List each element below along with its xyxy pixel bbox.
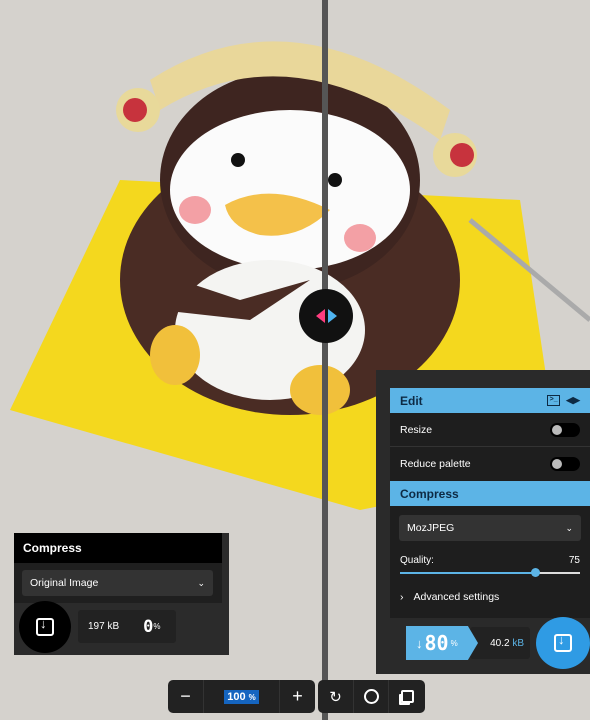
circle-icon (363, 689, 379, 704)
swap-sides-icon[interactable]: ◀▶ (566, 395, 580, 406)
side-by-side-button[interactable] (389, 680, 425, 713)
left-codec-select[interactable]: Original Image ⌄ (22, 570, 213, 596)
reduce-palette-toggle[interactable] (550, 457, 580, 471)
left-size-box: 197 kB 0 % (78, 610, 176, 643)
zoom-in-button[interactable]: + (280, 680, 315, 713)
download-compressed-button[interactable] (536, 617, 590, 669)
split-handle[interactable] (299, 289, 353, 343)
left-compress-title: Compress (23, 541, 82, 555)
zoom-value: 100 (227, 690, 246, 703)
terminal-icon[interactable]: >_ (547, 395, 561, 406)
arrow-right-icon (327, 309, 337, 323)
left-codec-value: Original Image (30, 577, 99, 589)
background-toggle-button[interactable] (354, 680, 389, 713)
left-size-unit: kB (107, 621, 120, 632)
compress-title: Compress (400, 486, 459, 501)
rotate-button[interactable]: ↻ (318, 680, 354, 713)
reduce-palette-label: Reduce palette (400, 458, 471, 470)
rotate-icon: ↻ (329, 688, 342, 706)
chevron-right-icon: › (400, 591, 404, 603)
zoom-unit: % (248, 692, 256, 702)
savings-value: 80 (424, 631, 449, 655)
quality-slider-knob[interactable] (531, 568, 540, 577)
resize-toggle[interactable] (550, 422, 580, 437)
advanced-settings-label: Advanced settings (413, 591, 500, 603)
split-divider[interactable] (322, 0, 328, 720)
chevron-down-icon: ⌄ (565, 522, 573, 533)
zoom-input[interactable]: 100 % (204, 680, 280, 713)
quality-slider-fill (400, 572, 535, 574)
edit-header: Edit >_ ◀▶ (390, 388, 590, 413)
savings-badge: ↓ 80 % (406, 626, 478, 660)
quality-slider[interactable] (400, 568, 580, 577)
right-size-box: 40.2 kB (470, 627, 530, 659)
view-toolbar: ↻ (318, 680, 425, 713)
download-original-button[interactable] (19, 601, 71, 653)
quality-value: 75 (568, 555, 580, 566)
left-size-value: 197 (88, 621, 105, 632)
left-compress-header: Compress (14, 533, 222, 563)
download-icon (554, 632, 572, 652)
resize-label: Resize (400, 423, 433, 436)
edit-title: Edit (400, 393, 423, 408)
zoom-toolbar: − 100 % + (168, 680, 315, 713)
zoom-out-button[interactable]: − (168, 680, 204, 713)
chevron-down-icon: ⌄ (197, 577, 205, 588)
codec-select[interactable]: MozJPEG ⌄ (399, 515, 581, 541)
quality-label: Quality: (400, 555, 434, 566)
right-options: Edit >_ ◀▶ Resize Reduce palette Compres… (390, 388, 590, 618)
savings-unit: % (450, 638, 458, 648)
download-icon (36, 616, 54, 636)
right-size-value: 40.2 (490, 637, 510, 649)
right-size-unit: kB (512, 637, 524, 649)
layers-icon (400, 690, 414, 703)
down-arrow-icon: ↓ (416, 635, 423, 651)
left-savings-value: 0 (143, 616, 154, 637)
compress-header: Compress (390, 481, 590, 506)
left-savings-unit: % (153, 622, 161, 631)
reduce-palette-row[interactable]: Reduce palette (390, 447, 590, 481)
codec-value: MozJPEG (407, 522, 455, 534)
resize-row[interactable]: Resize (390, 413, 590, 447)
advanced-settings-toggle[interactable]: › Advanced settings (390, 574, 590, 603)
arrow-left-icon (315, 309, 325, 323)
